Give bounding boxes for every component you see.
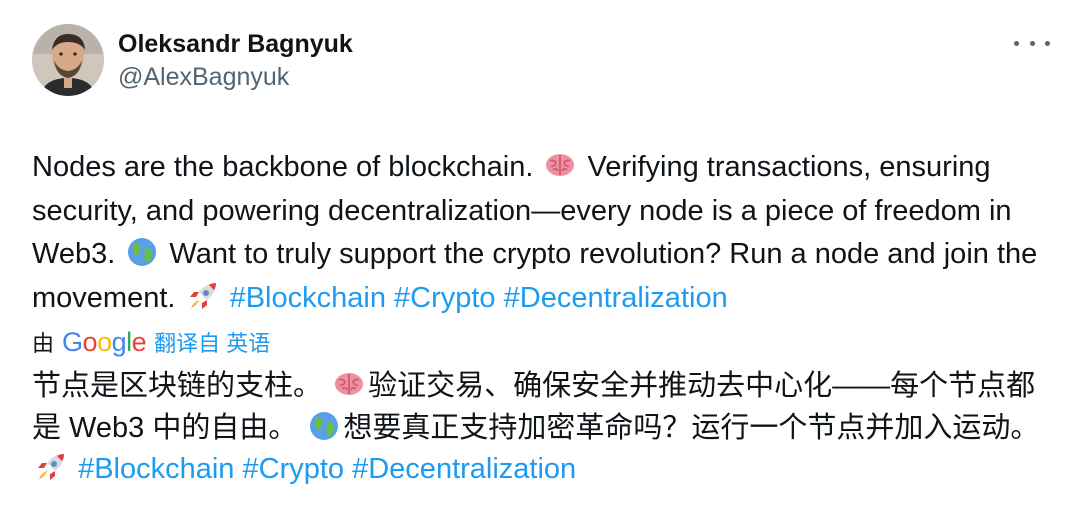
translated-by-label: 由 [32,331,55,356]
avatar[interactable] [32,24,104,96]
more-dot [1045,40,1050,46]
translated-text-part-1: 节点是区块链的支柱。 [32,370,323,402]
tweet-text: Nodes are the backbone of blockchain. Ve… [32,146,1052,320]
hashtag-link[interactable]: #Blockchain [230,282,386,314]
brain-emoji-icon [332,367,366,401]
tweet-text-part-1: Nodes are the backbone of blockchain. [32,151,534,183]
more-dot [1014,40,1019,46]
avatar-photo [32,24,104,96]
hashtag-link[interactable]: #Blockchain [78,453,234,485]
hashtag-link[interactable]: #Crypto [243,453,345,485]
globe-emoji-icon [125,235,159,269]
rocket-emoji-icon [34,450,68,484]
tweet-header: Oleksandr Bagnyuk @AlexBagnyuk [32,24,1048,102]
tweet-card: Oleksandr Bagnyuk @AlexBagnyuk Nodes are… [0,0,1080,511]
translated-text: 节点是区块链的支柱。 验证交易、确保安全并推动去中心化——每个节点都是 Web3… [32,366,1052,491]
translation-attribution: 由 Google 翻译自 英语 [32,322,1048,362]
rocket-emoji-icon [186,279,220,313]
hashtag-link[interactable]: #Decentralization [352,453,576,485]
author-handle[interactable]: @AlexBagnyuk [118,60,353,94]
google-logo: Google [62,326,147,357]
globe-emoji-icon [307,409,341,443]
more-dot [1029,40,1035,46]
author-names: Oleksandr Bagnyuk @AlexBagnyuk [118,28,353,94]
translated-text-part-3: 想要真正支持加密革命吗？运行一个节点并加入运动。 [343,411,1040,444]
more-horizontal-icon[interactable] [1014,30,1050,56]
translated-from-link[interactable]: 翻译自 英语 [154,326,270,358]
brain-emoji-icon [543,148,577,182]
author-display-name[interactable]: Oleksandr Bagnyuk [118,28,353,60]
hashtag-link[interactable]: #Decentralization [504,282,728,314]
hashtag-link[interactable]: #Crypto [394,282,496,314]
